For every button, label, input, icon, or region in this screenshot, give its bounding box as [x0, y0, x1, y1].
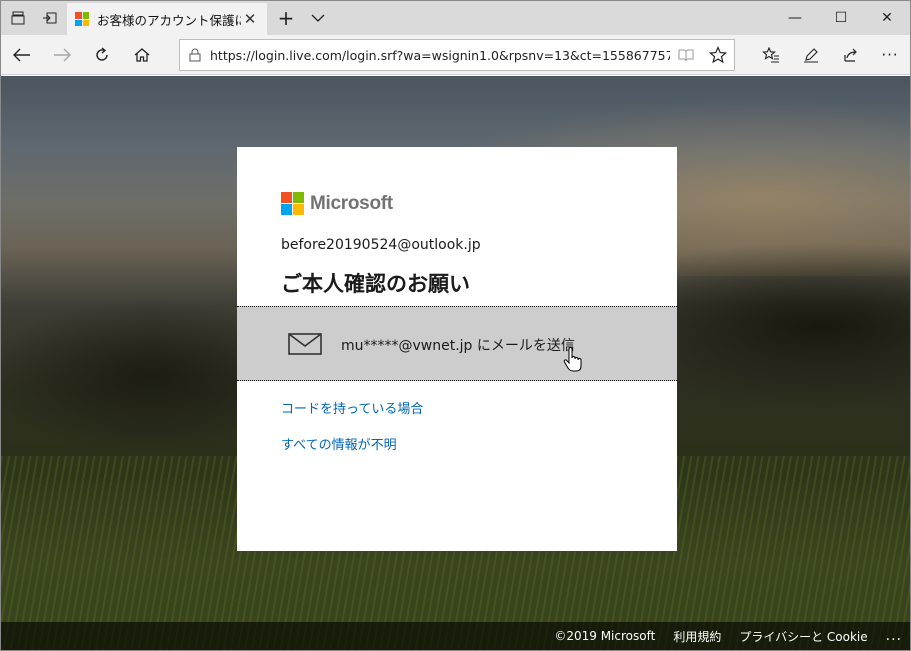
- tab-bar: お客様のアカウント保護にご協力ください ✕ + — ☐ ✕: [1, 1, 910, 35]
- set-aside-tabs-icon[interactable]: [33, 1, 67, 35]
- tab-close-icon[interactable]: ✕: [241, 10, 259, 28]
- home-icon[interactable]: [123, 38, 161, 72]
- page-background: Microsoft before20190524@outlook.jp ご本人確…: [1, 76, 910, 650]
- refresh-icon[interactable]: [83, 38, 121, 72]
- new-tab-icon[interactable]: +: [269, 1, 303, 35]
- microsoft-logo: Microsoft: [281, 192, 393, 215]
- send-email-option[interactable]: mu*****@vwnet.jp にメールを送信: [237, 306, 677, 381]
- tab-preview-chevron-icon[interactable]: [301, 1, 335, 35]
- reading-view-icon[interactable]: [670, 48, 702, 62]
- footer-privacy-link[interactable]: プライバシーと Cookie: [739, 628, 867, 645]
- microsoft-wordmark: Microsoft: [310, 192, 393, 214]
- url-text[interactable]: https://login.live.com/login.srf?wa=wsig…: [210, 48, 670, 63]
- forward-arrow-icon[interactable]: [43, 38, 81, 72]
- page-footer: ©2019 Microsoft 利用規約 プライバシーと Cookie ...: [1, 622, 910, 650]
- toolbar: https://login.live.com/login.srf?wa=wsig…: [1, 35, 910, 75]
- have-code-link[interactable]: コードを持っている場合: [281, 398, 423, 417]
- footer-more-icon[interactable]: ...: [886, 628, 902, 644]
- more-actions-icon[interactable]: ···: [871, 38, 909, 72]
- minimize-button[interactable]: —: [772, 1, 818, 35]
- tab-title: お客様のアカウント保護にご協力ください: [97, 12, 241, 28]
- account-email: before20190524@outlook.jp: [281, 237, 481, 253]
- no-info-link[interactable]: すべての情報が不明: [281, 434, 397, 453]
- lock-icon[interactable]: [180, 48, 210, 62]
- footer-copyright: ©2019 Microsoft: [554, 629, 656, 643]
- web-note-pen-icon[interactable]: [792, 38, 830, 72]
- signin-card: Microsoft before20190524@outlook.jp ご本人確…: [237, 147, 677, 551]
- favorite-star-icon[interactable]: [702, 46, 734, 64]
- close-button[interactable]: ✕: [864, 1, 910, 35]
- tab-manager-icon[interactable]: [1, 1, 35, 35]
- hand-pointer-cursor-icon: [563, 347, 582, 372]
- page-title: ご本人確認のお願い: [281, 272, 470, 296]
- favorites-hub-icon[interactable]: [752, 38, 790, 72]
- microsoft-logo-icon: [281, 192, 304, 215]
- envelope-icon: [288, 333, 322, 355]
- footer-terms-link[interactable]: 利用規約: [673, 628, 721, 645]
- back-arrow-icon[interactable]: [3, 38, 41, 72]
- microsoft-favicon-icon: [75, 12, 89, 26]
- maximize-button[interactable]: ☐: [818, 1, 864, 35]
- address-bar[interactable]: https://login.live.com/login.srf?wa=wsig…: [179, 39, 735, 71]
- tab-active[interactable]: お客様のアカウント保護にご協力ください ✕: [67, 3, 267, 35]
- send-email-option-label: mu*****@vwnet.jp にメールを送信: [341, 338, 575, 354]
- browser-window: お客様のアカウント保護にご協力ください ✕ + — ☐ ✕ https://lo…: [0, 0, 911, 651]
- share-icon[interactable]: [832, 38, 870, 72]
